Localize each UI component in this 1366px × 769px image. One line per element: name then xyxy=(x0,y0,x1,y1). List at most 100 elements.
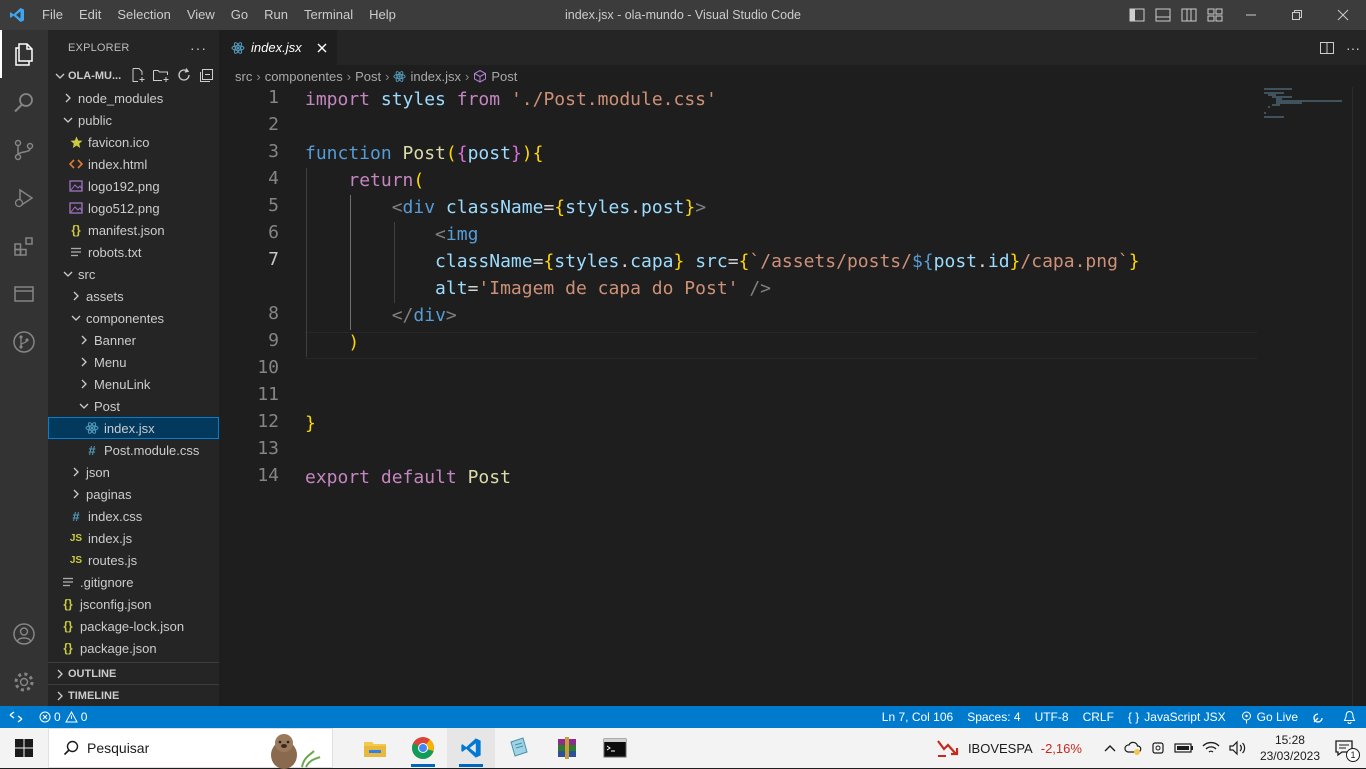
tree-folder[interactable]: json xyxy=(48,461,219,483)
tree-folder[interactable]: Post xyxy=(48,395,219,417)
extensions-icon[interactable] xyxy=(0,222,48,270)
html-file-icon xyxy=(68,153,84,175)
notifications-bell-icon[interactable] xyxy=(1333,706,1366,728)
git-graph-icon[interactable] xyxy=(0,318,48,366)
cloud-alert-icon[interactable] xyxy=(1120,728,1146,768)
outline-section[interactable]: OUTLINE xyxy=(48,662,219,684)
breadcrumb-post-folder[interactable]: Post xyxy=(355,69,381,84)
error-count: 0 xyxy=(54,710,61,724)
close-tab-icon[interactable] xyxy=(317,43,327,53)
search-icon[interactable] xyxy=(0,78,48,126)
tree-file[interactable]: logo192.png xyxy=(48,175,219,197)
tree-file[interactable]: JS routes.js xyxy=(48,549,219,571)
menu-file[interactable]: File xyxy=(34,0,71,30)
breadcrumb-src[interactable]: src xyxy=(235,69,252,84)
stock-widget[interactable]: IBOVESPA -2,16% xyxy=(932,728,1086,768)
remote-explorer-icon[interactable] xyxy=(0,270,48,318)
clock[interactable]: 15:28 23/03/2023 xyxy=(1252,732,1328,764)
tree-file[interactable]: # Post.module.css xyxy=(48,439,219,461)
battery-icon[interactable] xyxy=(1170,728,1198,768)
tree-file[interactable]: {} package-lock.json xyxy=(48,615,219,637)
tab-index-jsx[interactable]: index.jsx xyxy=(219,30,337,65)
menu-view[interactable]: View xyxy=(179,0,223,30)
terminal-icon[interactable] xyxy=(591,728,639,768)
tree-file[interactable]: .gitignore xyxy=(48,571,219,593)
tree-folder[interactable]: componentes xyxy=(48,307,219,329)
image-file-icon xyxy=(68,197,84,219)
cursor-position[interactable]: Ln 7, Col 106 xyxy=(875,706,960,728)
refresh-icon[interactable] xyxy=(176,67,192,86)
volume-icon[interactable] xyxy=(1224,728,1252,768)
vertical-scrollbar[interactable] xyxy=(1352,87,1366,706)
minimize-button[interactable] xyxy=(1228,0,1274,30)
new-file-icon[interactable] xyxy=(130,67,146,86)
notification-center-icon[interactable]: 1 xyxy=(1328,728,1366,768)
meet-now-icon[interactable] xyxy=(1146,728,1170,768)
more-actions-icon[interactable]: ··· xyxy=(190,40,207,56)
menu-selection[interactable]: Selection xyxy=(109,0,178,30)
explorer-icon[interactable] xyxy=(0,30,48,78)
menu-help[interactable]: Help xyxy=(361,0,404,30)
encoding[interactable]: UTF-8 xyxy=(1028,706,1076,728)
problems-indicator[interactable]: 0 0 xyxy=(32,706,94,728)
more-actions-icon[interactable]: ··· xyxy=(1340,30,1366,65)
remote-indicator[interactable] xyxy=(0,706,32,728)
collapse-all-icon[interactable] xyxy=(198,67,214,86)
feedback-icon[interactable] xyxy=(1305,706,1333,728)
run-debug-icon[interactable] xyxy=(0,174,48,222)
breadcrumb-symbol[interactable]: Post xyxy=(491,69,517,84)
source-control-icon[interactable] xyxy=(0,126,48,174)
toggle-secondary-sidebar-icon[interactable] xyxy=(1176,0,1202,30)
end-of-line[interactable]: CRLF xyxy=(1076,706,1121,728)
winrar-icon[interactable] xyxy=(543,728,591,768)
vscode-taskbar-icon[interactable] xyxy=(447,728,495,768)
new-folder-icon[interactable] xyxy=(152,67,170,86)
breadcrumb-file[interactable]: index.jsx xyxy=(410,69,461,84)
indentation[interactable]: Spaces: 4 xyxy=(960,706,1027,728)
menu-edit[interactable]: Edit xyxy=(71,0,109,30)
tree-file[interactable]: robots.txt xyxy=(48,241,219,263)
tree-file[interactable]: {} jsconfig.json xyxy=(48,593,219,615)
tree-folder[interactable]: src xyxy=(48,263,219,285)
toggle-primary-sidebar-icon[interactable] xyxy=(1124,0,1150,30)
tree-file[interactable]: index.html xyxy=(48,153,219,175)
timeline-section[interactable]: TIMELINE xyxy=(48,684,219,706)
minimap[interactable] xyxy=(1262,87,1352,127)
menu-run[interactable]: Run xyxy=(256,0,296,30)
wifi-icon[interactable] xyxy=(1198,728,1224,768)
workspace-folder[interactable]: OLA-MU... xyxy=(48,65,219,87)
tree-file[interactable]: {} package.json xyxy=(48,637,219,659)
tree-file[interactable]: index.jsx xyxy=(48,417,219,439)
accounts-icon[interactable] xyxy=(0,610,48,658)
chrome-icon[interactable] xyxy=(399,728,447,768)
tree-file[interactable]: JS index.js xyxy=(48,527,219,549)
chevron-up-icon[interactable] xyxy=(1100,728,1120,768)
customize-layout-icon[interactable] xyxy=(1202,0,1228,30)
tree-file[interactable]: {} manifest.json xyxy=(48,219,219,241)
notepad-icon[interactable] xyxy=(495,728,543,768)
tree-folder[interactable]: assets xyxy=(48,285,219,307)
manage-gear-icon[interactable] xyxy=(0,658,48,706)
tree-folder[interactable]: node_modules xyxy=(48,87,219,109)
windows-start-icon[interactable] xyxy=(0,728,48,768)
toggle-panel-icon[interactable] xyxy=(1150,0,1176,30)
split-editor-icon[interactable] xyxy=(1314,30,1340,65)
tree-folder[interactable]: public xyxy=(48,109,219,131)
tree-file[interactable]: logo512.png xyxy=(48,197,219,219)
tree-folder[interactable]: MenuLink xyxy=(48,373,219,395)
restore-button[interactable] xyxy=(1274,0,1320,30)
tree-file[interactable]: favicon.ico xyxy=(48,131,219,153)
taskbar-search-box[interactable]: Pesquisar xyxy=(48,728,333,769)
tree-folder[interactable]: Banner xyxy=(48,329,219,351)
close-window-button[interactable] xyxy=(1320,0,1366,30)
language-mode[interactable]: { } JavaScript JSX xyxy=(1121,706,1233,728)
tree-file[interactable]: # index.css xyxy=(48,505,219,527)
breadcrumb-componentes[interactable]: componentes xyxy=(265,69,343,84)
tree-folder[interactable]: Menu xyxy=(48,351,219,373)
tree-folder[interactable]: paginas xyxy=(48,483,219,505)
menu-go[interactable]: Go xyxy=(223,0,256,30)
go-live-button[interactable]: Go Live xyxy=(1233,706,1305,728)
file-explorer-icon[interactable] xyxy=(351,728,399,768)
code-editor[interactable]: 1 2 3 4 5 6 7 8 9 10 11 12 13 14 import … xyxy=(219,87,1259,687)
menu-terminal[interactable]: Terminal xyxy=(296,0,361,30)
